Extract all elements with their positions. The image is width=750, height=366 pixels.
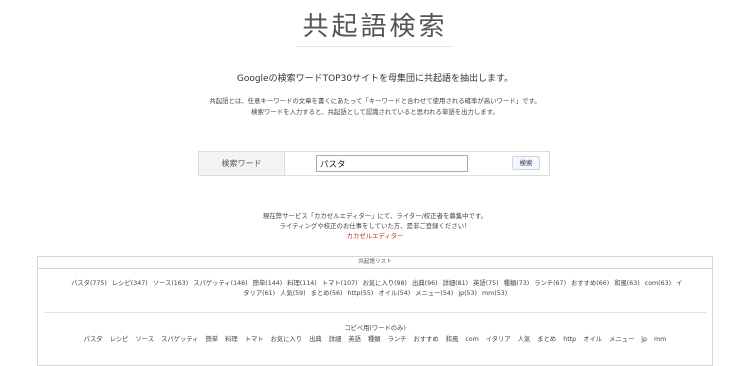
copy-word: トマト: [244, 336, 264, 343]
cooccurrence-word: 詳細(81): [442, 280, 469, 287]
copy-word: まとめ: [537, 336, 557, 343]
cooccurrence-word: メニュー(54): [415, 290, 454, 297]
copy-word: 英語: [348, 336, 361, 343]
copy-word: パスタ: [83, 336, 103, 343]
cooccurrence-word: おすすめ(66): [571, 280, 610, 287]
search-input[interactable]: [316, 155, 468, 172]
cooccurrence-word: ソース(163): [152, 280, 189, 287]
copy-word: ランチ: [387, 336, 407, 343]
copy-word: 簡単: [205, 336, 219, 343]
recruit-notice-line-1: 現在弊サービス「カカゼルエディター」にて、ライター/校正者を募集中です。: [262, 212, 488, 220]
copy-word: 料理: [225, 336, 238, 343]
copy-word-list[interactable]: パスタ レシピ ソース スパゲッティ 簡単 料理 トマト お気に入り 出典 詳細…: [38, 334, 712, 343]
cooccurrence-word: 英語(75): [473, 280, 499, 287]
intro-description-line-1: 共起語とは、任意キーワードの文章を書くにあたって「キーワードと合わせて使用される…: [209, 97, 541, 105]
cooccurrence-word: 出典(96): [412, 280, 438, 287]
copy-word: メニュー: [609, 336, 635, 343]
search-button[interactable]: 検索: [512, 156, 540, 170]
results-divider: [44, 312, 706, 313]
search-form: 検索ワード 検索: [198, 151, 550, 176]
copy-word: ソース: [135, 336, 155, 343]
copy-word: http: [563, 336, 577, 343]
copy-word: 種類: [367, 336, 381, 343]
copy-word: 人気: [517, 336, 531, 343]
intro-description-line-2: 検索ワードを入力すると、共起語として認識されていると思われる単語を出力します。: [251, 108, 499, 116]
copy-word: おすすめ: [413, 336, 439, 343]
intro-lead: Googleの検索ワードTOP30サイトを母集団に共起語を抽出します。: [236, 74, 514, 84]
cooccurrence-word: jp(53): [458, 290, 478, 297]
copy-word: mm: [654, 336, 667, 343]
copy-word: jp: [641, 336, 648, 343]
copy-word: 出典: [309, 336, 322, 343]
cooccurrence-word: まとめ(56): [310, 290, 343, 297]
cooccurrence-word: ランチ(67): [534, 280, 567, 287]
cooccurrence-word: パスタ(775): [71, 280, 107, 287]
cooccurrence-word: http(55): [347, 290, 374, 297]
results-header: 共起語リスト: [38, 257, 712, 269]
cooccurrence-word: 人気(59): [280, 290, 306, 297]
copy-word: スパゲッティ: [161, 336, 199, 343]
cooccurrence-results-panel: 共起語リスト パスタ(775) レシピ(347) ソース(163) スパゲッティ…: [37, 256, 713, 366]
copy-word: レシピ: [109, 336, 129, 343]
site-logo[interactable]: 共起語検索: [300, 8, 450, 46]
cooccurrence-word: com(63): [644, 280, 672, 287]
copy-section-label: コピペ用(ワードのみ): [344, 325, 406, 332]
cooccurrence-word: 簡単(144): [252, 280, 283, 287]
cooccurrence-word-list: パスタ(775) レシピ(347) ソース(163) スパゲッティ(146) 簡…: [68, 279, 684, 299]
recruit-notice-line-2: ライティングや校正のお仕事をしていた方、是非ご登録ください！: [279, 222, 471, 230]
copy-word: お気に入り: [270, 336, 303, 343]
cooccurrence-word: 種類(73): [503, 280, 530, 287]
copy-word: イタリア: [485, 336, 511, 343]
logo-divider: [297, 46, 453, 47]
cooccurrence-word: お気に入り(98): [362, 280, 407, 287]
copy-word: 詳細: [328, 336, 342, 343]
cooccurrence-word: 和風(63): [614, 280, 640, 287]
cooccurrence-word: スパゲッティ(146): [193, 280, 248, 287]
cooccurrence-word: レシピ(347): [111, 280, 148, 287]
copy-word: com: [465, 336, 479, 343]
cooccurrence-word: mm(53): [482, 290, 508, 297]
copy-word: 和風: [445, 336, 459, 343]
kakazel-editor-link[interactable]: カカゼルエディター: [0, 231, 750, 240]
cooccurrence-word: 料理(114): [287, 280, 317, 287]
cooccurrence-word: トマト(107): [321, 280, 358, 287]
cooccurrence-word: オイル(54): [378, 290, 411, 297]
search-label: 検索ワード: [199, 152, 285, 175]
copy-word: オイル: [583, 336, 603, 343]
